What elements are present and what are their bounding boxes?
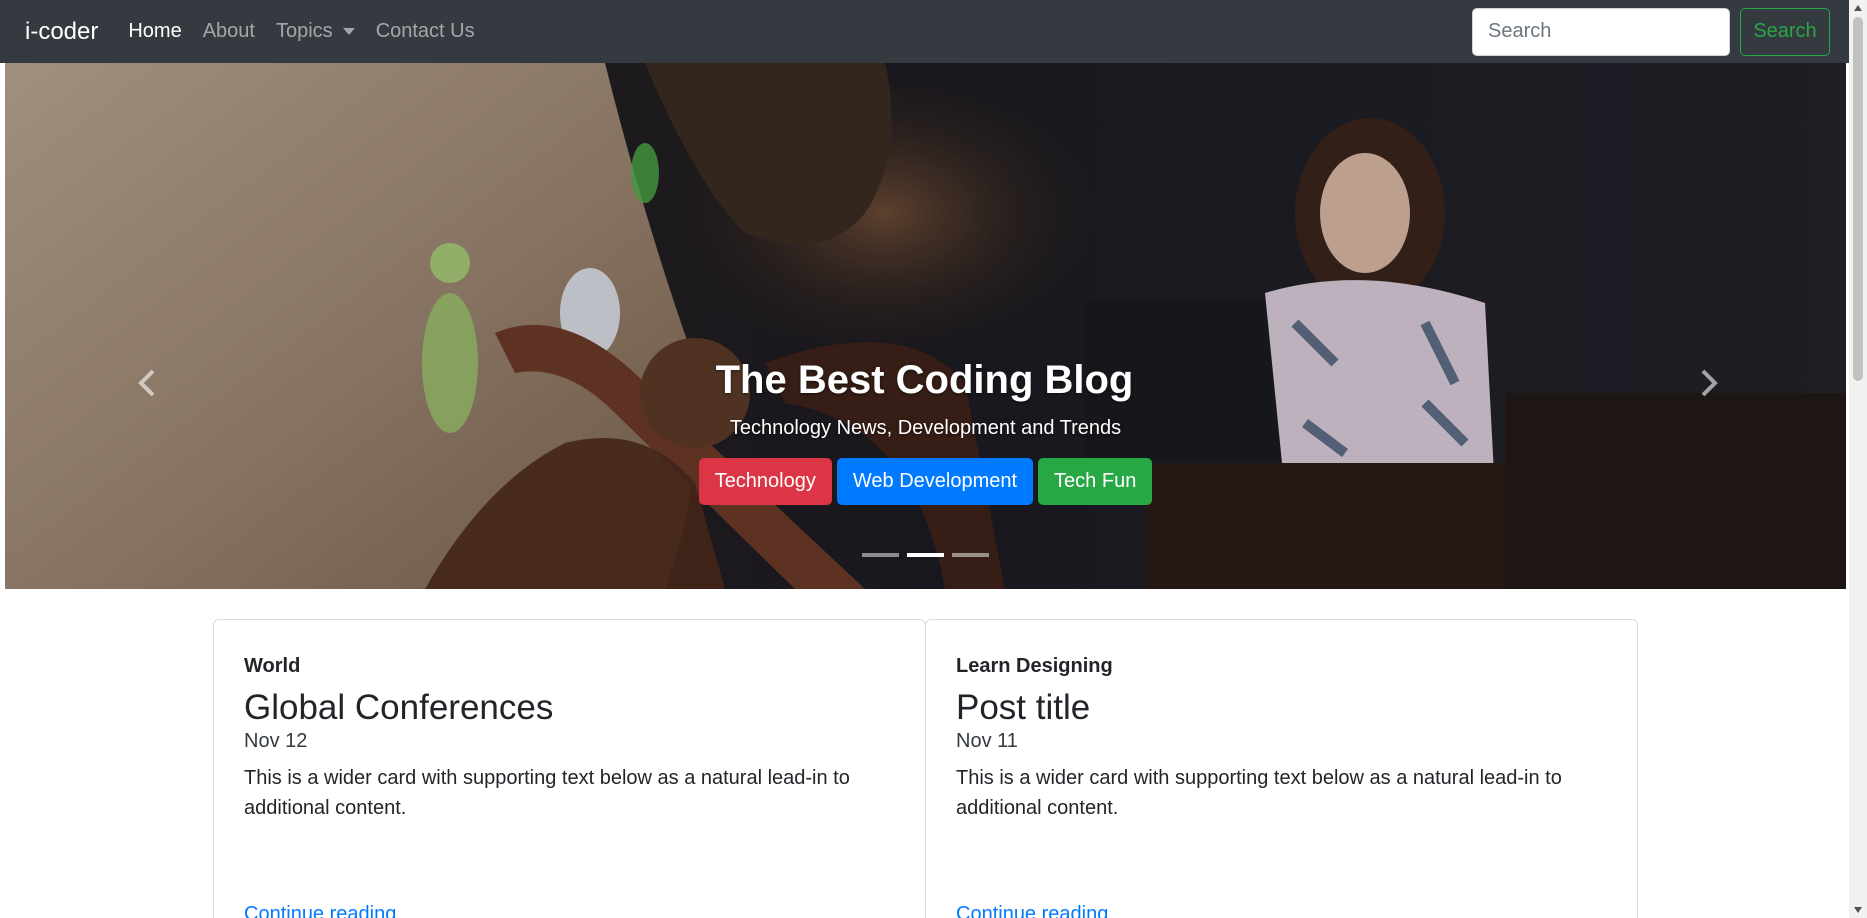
caret-down-icon <box>342 28 355 35</box>
tech-fun-button[interactable]: Tech Fun <box>1038 458 1153 505</box>
brand-logo[interactable]: i-coder <box>25 18 98 46</box>
top-navbar: i-coder Home About Topics Contact Us Sea… <box>0 0 1849 63</box>
carousel-indicator-active[interactable] <box>907 553 944 557</box>
post-title: Post title <box>956 688 1091 727</box>
search-button[interactable]: Search <box>1740 7 1830 56</box>
carousel-indicator[interactable] <box>862 553 899 557</box>
post-card: Learn Designing Post title Nov 11 This i… <box>925 619 1638 918</box>
post-card: World Global Conferences Nov 12 This is … <box>213 619 926 918</box>
nav-home[interactable]: Home <box>128 20 181 43</box>
post-excerpt: This is a wider card with supporting tex… <box>244 767 850 819</box>
carousel-caption: The Best Coding Blog Technology News, De… <box>5 358 1846 505</box>
continue-reading-link[interactable]: Continue reading <box>956 903 1108 918</box>
web-development-button[interactable]: Web Development <box>836 458 1034 505</box>
post-cards: World Global Conferences Nov 12 This is … <box>213 619 1639 918</box>
post-title: Global Conferences <box>244 688 554 727</box>
post-category: World <box>244 655 301 677</box>
continue-reading-link[interactable]: Continue reading <box>244 903 396 918</box>
triangle-up-icon <box>1854 5 1862 11</box>
scroll-thumb[interactable] <box>1853 17 1863 381</box>
post-date: Nov 11 <box>956 730 1018 752</box>
nav-contact[interactable]: Contact Us <box>376 20 475 43</box>
carousel-indicator[interactable] <box>952 553 989 557</box>
technology-button[interactable]: Technology <box>698 458 832 505</box>
nav-about[interactable]: About <box>203 20 255 43</box>
post-date: Nov 12 <box>244 730 308 752</box>
page-scrollbar[interactable] <box>1849 0 1867 918</box>
nav-topics-label: Topics <box>275 20 333 42</box>
scroll-up-button[interactable] <box>1849 0 1867 16</box>
post-category: Learn Designing <box>956 655 1113 677</box>
nav-topics-dropdown[interactable]: Topics <box>276 20 355 43</box>
hero-image <box>5 63 1846 589</box>
hero-buttons: Technology Web Development Tech Fun <box>5 458 1846 505</box>
hero-title: The Best Coding Blog <box>715 358 1134 402</box>
scroll-down-button[interactable] <box>1849 902 1867 918</box>
hero-carousel: The Best Coding Blog Technology News, De… <box>5 63 1846 589</box>
post-excerpt: This is a wider card with supporting tex… <box>956 767 1562 819</box>
triangle-down-icon <box>1854 907 1862 913</box>
hero-subtitle: Technology News, Development and Trends <box>729 417 1122 439</box>
carousel-indicators <box>5 553 1846 557</box>
search-input[interactable] <box>1472 7 1730 56</box>
search-form: Search <box>1472 7 1830 56</box>
